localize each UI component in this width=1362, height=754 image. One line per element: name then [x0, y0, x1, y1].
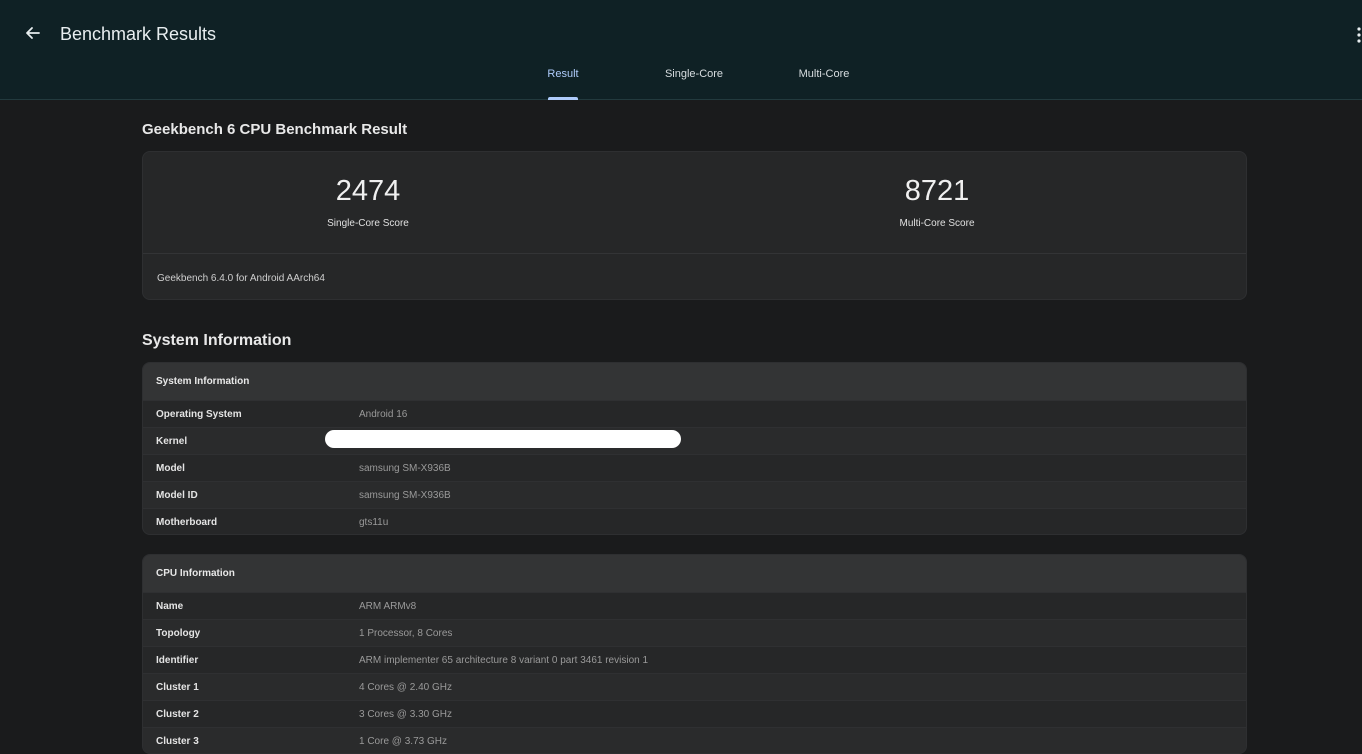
multi-core-score-label: Multi-Core Score	[899, 218, 975, 229]
system-info-rows: Operating System Android 16 Kernel Model…	[143, 400, 1246, 534]
row-value: gts11u	[359, 517, 389, 528]
table-row: Model ID samsung SM-X936B	[143, 481, 1246, 508]
cpu-info-rows: Name ARM ARMv8 Topology 1 Processor, 8 C…	[143, 592, 1246, 753]
system-section-title: System Information	[142, 332, 292, 349]
tab-multi-core[interactable]: Multi-Core	[793, 68, 855, 100]
table-row: Operating System Android 16	[143, 400, 1246, 427]
tab-single-core[interactable]: Single-Core	[660, 68, 728, 100]
row-value: 4 Cores @ 2.40 GHz	[359, 682, 452, 693]
row-value: 3 Cores @ 3.30 GHz	[359, 709, 452, 720]
table-row: Topology 1 Processor, 8 Cores	[143, 619, 1246, 646]
row-key: Cluster 2	[156, 709, 199, 720]
multi-core-score: 8721	[904, 175, 970, 207]
table-header: System Information	[143, 363, 1246, 400]
row-key: Identifier	[156, 655, 199, 666]
cpu-info-table: CPU Information Name ARM ARMv8 Topology …	[142, 554, 1247, 754]
row-value: ARM ARMv8	[359, 601, 417, 612]
tab-bar: Result Single-Core Multi-Core	[0, 68, 1362, 100]
benchmark-version: Geekbench 6.4.0 for Android AArch64	[157, 273, 325, 284]
row-key: Operating System	[156, 409, 242, 420]
row-key: Cluster 1	[156, 682, 199, 693]
result-section-title: Geekbench 6 CPU Benchmark Result	[142, 121, 408, 138]
row-key: Motherboard	[156, 517, 218, 528]
page-title: Benchmark Results	[60, 24, 217, 44]
tab-label: Single-Core	[664, 68, 724, 80]
row-value: samsung SM-X936B	[359, 490, 451, 501]
table-row: Kernel	[143, 427, 1246, 454]
row-value: ARM implementer 65 architecture 8 varian…	[359, 655, 649, 666]
row-key: Name	[156, 601, 184, 612]
system-info-table: System Information Operating System Andr…	[142, 362, 1247, 535]
single-core-score-label: Single-Core Score	[327, 218, 409, 229]
row-value: 1 Processor, 8 Cores	[359, 628, 453, 639]
row-value: 1 Core @ 3.73 GHz	[359, 736, 447, 747]
redaction-mask	[325, 430, 681, 448]
row-key: Kernel	[156, 436, 188, 447]
table-row: Cluster 3 1 Core @ 3.73 GHz	[143, 727, 1246, 753]
row-key: Model ID	[156, 490, 198, 501]
table-row: Name ARM ARMv8	[143, 592, 1246, 619]
tab-label: Multi-Core	[798, 68, 850, 80]
active-tab-indicator	[548, 97, 578, 100]
single-core-score-block: 2474 Single-Core Score	[218, 174, 518, 229]
row-key: Cluster 3	[156, 736, 199, 747]
table-row: Motherboard gts11u	[143, 508, 1246, 534]
row-key: Model	[156, 463, 185, 474]
row-key: Topology	[156, 628, 201, 639]
row-value: samsung SM-X936B	[359, 463, 451, 474]
single-core-score: 2474	[335, 175, 401, 207]
table-row: Cluster 2 3 Cores @ 3.30 GHz	[143, 700, 1246, 727]
table-header: CPU Information	[143, 555, 1246, 592]
tab-label: Result	[547, 68, 579, 80]
app-bar: Benchmark Results Result Single-Core Mul…	[0, 0, 1362, 100]
arrow-left-icon[interactable]	[22, 22, 44, 44]
tab-result[interactable]: Result	[546, 68, 580, 100]
row-value: Android 16	[359, 409, 408, 420]
score-card: 2474 Single-Core Score 8721 Multi-Core S…	[142, 151, 1247, 300]
table-row: Identifier ARM implementer 65 architectu…	[143, 646, 1246, 673]
more-vert-icon[interactable]	[1356, 26, 1362, 44]
divider	[143, 253, 1246, 254]
table-row: Model samsung SM-X936B	[143, 454, 1246, 481]
table-row: Cluster 1 4 Cores @ 2.40 GHz	[143, 673, 1246, 700]
multi-core-score-block: 8721 Multi-Core Score	[787, 174, 1087, 229]
